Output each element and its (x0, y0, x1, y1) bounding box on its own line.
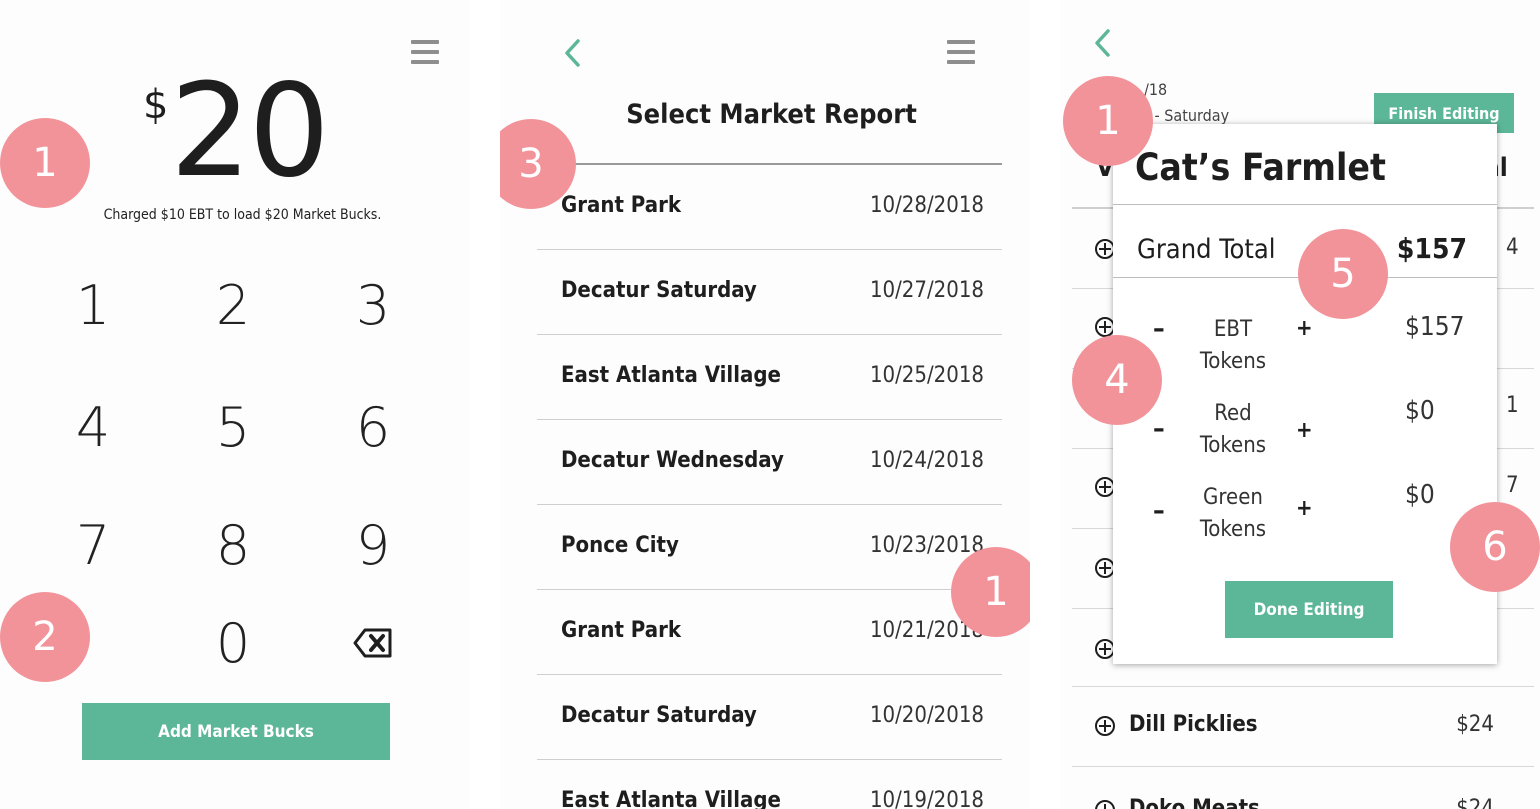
token-row-green: – Green Tokens + $0 (1113, 480, 1497, 560)
vendor-total: $24 (1456, 712, 1494, 737)
key-6[interactable]: 6 (303, 387, 443, 467)
increment-button[interactable]: + (1296, 496, 1313, 521)
report-row[interactable]: Decatur Wednesday 10/24/2018 (537, 420, 1002, 505)
report-date: 10/25/2018 (869, 363, 984, 388)
grand-total-label: Grand Total (1137, 234, 1276, 265)
token-value: $0 (1405, 480, 1435, 510)
vendor-total: 1 (1506, 393, 1519, 418)
modal-title: Cat’s Farmlet (1135, 146, 1386, 189)
report-row[interactable]: East Atlanta Village 10/25/2018 (537, 335, 1002, 420)
callout-badge: 1 (0, 118, 90, 208)
charge-note: Charged $10 EBT to load $20 Market Bucks… (103, 207, 382, 223)
page-title: Select Market Report (626, 99, 917, 130)
key-4[interactable]: 4 (23, 387, 163, 467)
callout-badge: 4 (1072, 335, 1162, 425)
key-5[interactable]: 5 (163, 387, 303, 467)
report-date: 10/28/2018 (869, 193, 984, 218)
vendor-total: 4 (1506, 235, 1519, 260)
add-market-bucks-button[interactable]: Add Market Bucks (82, 703, 390, 760)
token-label-line: Red (1214, 401, 1252, 426)
report-market: r - Saturday (1144, 106, 1230, 125)
report-row[interactable]: East Atlanta Village 10/19/2018 (537, 760, 1002, 809)
token-label-line: EBT (1213, 317, 1253, 342)
grand-total-value: $157 (1396, 232, 1467, 265)
token-label: Green Tokens (1193, 482, 1273, 546)
callout-badge: 6 (1450, 502, 1540, 592)
report-row[interactable]: Ponce City 10/23/2018 (537, 505, 1002, 590)
vendor-name: Doko Meats (1129, 796, 1260, 809)
report-market-name: East Atlanta Village (561, 363, 781, 388)
vendor-name: Dill Picklies (1129, 712, 1258, 737)
token-label-line: Tokens (1199, 517, 1267, 542)
key-8[interactable]: 8 (163, 505, 303, 585)
key-2[interactable]: 2 (163, 265, 303, 345)
load-bucks-screen: $ 20 Charged $10 EBT to load $20 Market … (0, 0, 470, 809)
report-row[interactable]: Decatur Saturday 10/20/2018 (537, 675, 1002, 760)
report-date: 10/19/2018 (869, 788, 984, 809)
increment-button[interactable]: + (1296, 418, 1313, 443)
report-row[interactable]: Grant Park 10/21/2018 (537, 590, 1002, 675)
decrement-button[interactable]: – (1153, 314, 1165, 344)
market-report-screen: Select Market Report Grant Park 10/28/20… (500, 0, 1030, 809)
callout-badge: 2 (0, 592, 90, 682)
token-label-line: Green (1203, 485, 1263, 510)
report-row[interactable]: Grant Park 10/28/2018 (537, 165, 1002, 250)
key-0[interactable]: 0 (163, 603, 303, 683)
callout-badge: 1 (1063, 76, 1153, 166)
report-date: 10/23/2018 (869, 533, 984, 558)
report-market-name: Decatur Saturday (561, 703, 757, 728)
report-market-name: East Atlanta Village (561, 788, 781, 809)
modal-divider (1113, 204, 1497, 205)
chevron-left-icon[interactable] (562, 38, 582, 68)
circle-plus-icon[interactable] (1094, 799, 1116, 809)
decrement-button[interactable]: – (1153, 414, 1165, 444)
callout-badge: 5 (1298, 229, 1388, 319)
token-value: $157 (1405, 312, 1465, 342)
chevron-left-icon[interactable] (1092, 28, 1112, 58)
report-date: 10/24/2018 (869, 448, 984, 473)
report-market-name: Decatur Saturday (561, 278, 757, 303)
done-editing-button[interactable]: Done Editing (1225, 581, 1393, 638)
key-3[interactable]: 3 (303, 265, 443, 345)
backspace-icon[interactable] (303, 603, 443, 683)
vendor-row[interactable]: Doko Meats $24 (1072, 767, 1534, 809)
report-list: Grant Park 10/28/2018 Decatur Saturday 1… (537, 165, 1002, 809)
circle-plus-icon[interactable] (1094, 715, 1116, 737)
token-row-ebt: – EBT Tokens + $157 (1113, 312, 1497, 392)
report-market-name: Grant Park (561, 618, 681, 643)
report-market-name: Ponce City (561, 533, 679, 558)
report-market-name: Decatur Wednesday (561, 448, 784, 473)
token-label-line: Tokens (1199, 349, 1267, 374)
decrement-button[interactable]: – (1153, 496, 1165, 526)
token-value: $0 (1405, 396, 1435, 426)
key-1[interactable]: 1 (23, 265, 163, 345)
token-row-red: – Red Tokens + $0 (1113, 396, 1497, 476)
report-market-name: Grant Park (561, 193, 681, 218)
currency-symbol: $ (143, 82, 169, 128)
hamburger-menu-icon[interactable] (947, 40, 975, 64)
vendor-totals-screen: /18 r - Saturday Finish Editing V al 4 1… (1060, 0, 1540, 809)
token-label: EBT Tokens (1193, 314, 1273, 378)
increment-button[interactable]: + (1296, 316, 1313, 341)
report-row[interactable]: Decatur Saturday 10/27/2018 (537, 250, 1002, 335)
report-date: /18 (1144, 80, 1168, 99)
vendor-edit-modal: Cat’s Farmlet Grand Total $157 – EBT Toke… (1113, 124, 1497, 664)
vendor-total: $24 (1456, 796, 1494, 809)
hamburger-menu-icon[interactable] (411, 40, 439, 64)
token-label-line: Tokens (1199, 433, 1267, 458)
report-date: 10/27/2018 (869, 278, 984, 303)
key-9[interactable]: 9 (303, 505, 443, 585)
vendor-total: 7 (1506, 473, 1519, 498)
key-7[interactable]: 7 (23, 505, 163, 585)
token-label: Red Tokens (1193, 398, 1273, 462)
report-date: 10/20/2018 (869, 703, 984, 728)
vendor-row[interactable]: Dill Picklies $24 (1072, 687, 1534, 767)
amount-value: 20 (170, 57, 330, 206)
